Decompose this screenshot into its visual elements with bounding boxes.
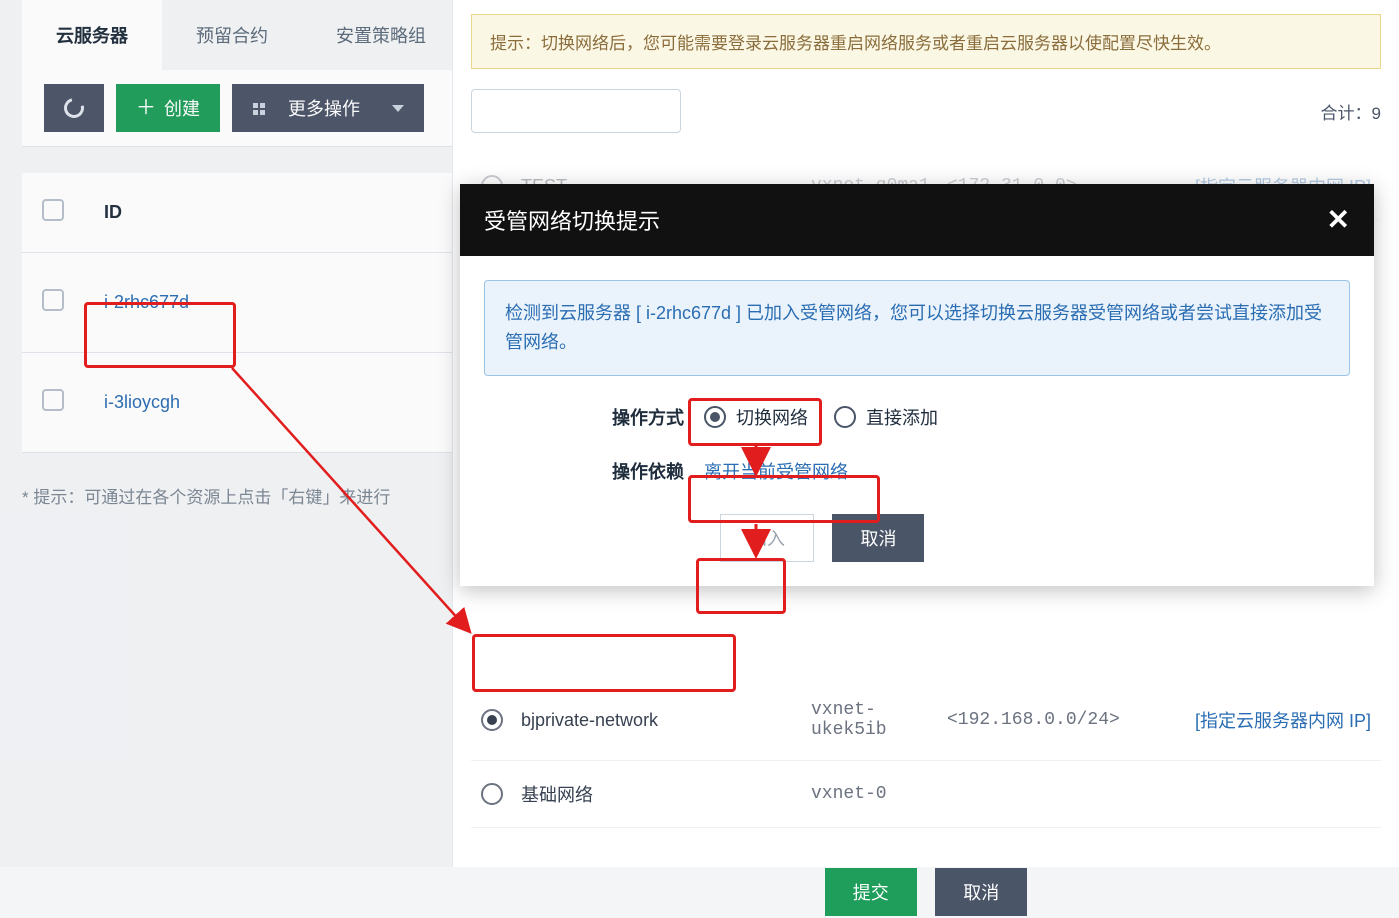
radio-direct-add[interactable]: 直接添加 (834, 404, 938, 430)
radio-icon (834, 406, 856, 428)
modal-cancel-button[interactable]: 取消 (832, 514, 924, 562)
radio-icon[interactable] (481, 783, 503, 805)
tip-banner: 提示：切换网络后，您可能需要登录云服务器重启网络服务或者重启云服务器以使配置尽快… (471, 14, 1381, 69)
network-row-basic[interactable]: 基础网络 vxnet-0 (471, 761, 1381, 828)
mask (0, 0, 452, 867)
radio-switch-network[interactable]: 切换网络 (704, 404, 808, 430)
op-mode-label: 操作方式 (484, 404, 704, 430)
op-dep-label: 操作依赖 (484, 458, 704, 484)
specify-ip-link[interactable]: [指定云服务器内网 IP] (1195, 707, 1371, 733)
network-search-input[interactable] (471, 89, 681, 133)
close-icon[interactable]: ✕ (1327, 206, 1350, 234)
modal-title: 受管网络切换提示 (484, 204, 660, 236)
modal-header: 受管网络切换提示 ✕ (460, 184, 1374, 256)
panel-cancel-button[interactable]: 取消 (935, 868, 1027, 916)
panel-submit-button[interactable]: 提交 (825, 868, 917, 916)
network-row-bjprivate[interactable]: bjprivate-network vxnet-ukek5ib <192.168… (471, 680, 1381, 761)
leave-network-link[interactable]: 离开当前受管网络 (704, 458, 848, 484)
join-button[interactable]: 加入 (720, 514, 814, 562)
modal-info: 检测到云服务器 [ i-2rhc677d ] 已加入受管网络，您可以选择切换云服… (484, 280, 1350, 376)
radio-icon (704, 406, 726, 428)
total-count: 合计：9 (1321, 99, 1381, 124)
switch-network-modal: 受管网络切换提示 ✕ 检测到云服务器 [ i-2rhc677d ] 已加入受管网… (460, 184, 1374, 586)
radio-icon[interactable] (481, 709, 503, 731)
